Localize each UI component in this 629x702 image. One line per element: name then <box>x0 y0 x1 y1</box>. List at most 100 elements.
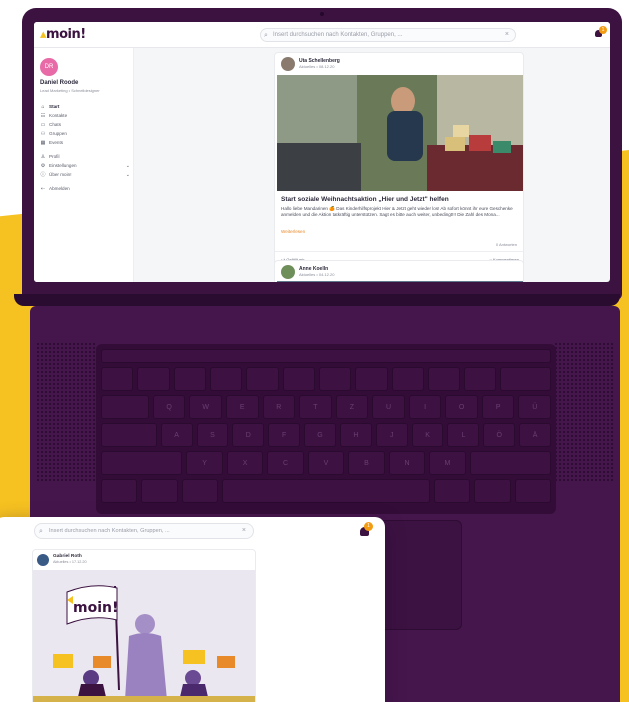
info-icon: ⓘ <box>40 172 46 178</box>
top-bar: ▴moin! ⌕ Insert durchsuchen nach Kontakt… <box>34 22 610 48</box>
touch-bar <box>101 349 551 363</box>
key <box>101 479 138 503</box>
post-photo-illustration <box>277 75 523 191</box>
logout-button[interactable]: ⇠ Abmelden <box>40 184 130 193</box>
sidebar-item-kontakte[interactable]: ☷ Kontakte <box>40 111 130 120</box>
post-illustration: moin! <box>33 570 255 702</box>
key: H <box>339 423 372 447</box>
key <box>514 479 551 503</box>
keyboard: Q W E R T Z U I O P Ü A S D F G H J K L … <box>96 344 556 514</box>
post-meta: Aktuelles • 04.12.20 <box>299 272 335 277</box>
key: K <box>411 423 444 447</box>
calendar-icon: ▦ <box>40 139 46 146</box>
moin-logo[interactable]: ▴moin! <box>40 27 86 42</box>
sidebar: DR Daniel Roode Lead Marketing • Schnell… <box>34 48 134 282</box>
key: Ö <box>483 423 516 447</box>
key <box>141 479 178 503</box>
post-title[interactable]: Start soziale Weihnachtsaktion „Hier und… <box>281 196 521 203</box>
sidebar-item-einstellungen[interactable]: ⚙ Einstellungen ⌄ <box>40 161 130 170</box>
avatar[interactable] <box>281 57 295 71</box>
key <box>101 395 149 419</box>
search-input[interactable]: ⌕ Insert durchsuchen nach Kontakten, Gru… <box>260 28 516 42</box>
feed-post: Gabriel Roth Aktuelles • 17.12.20 moin! <box>32 549 256 702</box>
sidebar-item-events[interactable]: ▦ Events <box>40 138 130 147</box>
search-icon: ⌕ <box>264 32 268 39</box>
gear-icon: ⚙ <box>40 162 46 169</box>
clear-search-icon[interactable]: × <box>242 524 246 538</box>
feed-post: Anne Koelln Aktuelles • 04.12.20 <box>274 260 524 282</box>
spacebar-key <box>221 479 430 503</box>
sidebar-item-start[interactable]: ⌂ Start <box>40 102 130 111</box>
key: Ü <box>518 395 552 419</box>
search-icon: ⌕ <box>39 528 43 535</box>
feed-post: Uta Schellenberg Aktuelles • 08.12.20 St… <box>274 52 524 274</box>
post-photo <box>277 75 523 191</box>
key: L <box>447 423 480 447</box>
search-input[interactable]: ⌕ Insert durchsuchen nach Kontakten, Gru… <box>34 523 254 539</box>
chevron-down-icon: ⌄ <box>125 162 130 169</box>
key: C <box>267 451 304 475</box>
avatar[interactable]: DR <box>40 58 58 76</box>
key <box>101 367 134 391</box>
answer-count[interactable]: 0 Antworten <box>496 242 517 247</box>
chevron-down-icon: ⌄ <box>125 171 130 178</box>
key <box>433 479 471 503</box>
key <box>282 367 315 391</box>
key: O <box>445 395 478 419</box>
sidebar-item-ueber-moin[interactable]: ⓘ Über moin! ⌄ <box>40 170 130 179</box>
key <box>391 367 424 391</box>
groups-icon: ⚇ <box>40 130 46 137</box>
avatar[interactable] <box>37 554 49 566</box>
key <box>101 451 183 475</box>
user-icon: ♙ <box>40 153 46 160</box>
sidebar-item-chats[interactable]: ▭ Chats <box>40 120 130 129</box>
key: T <box>299 395 332 419</box>
key <box>474 479 511 503</box>
laptop-screen: ▴moin! ⌕ Insert durchsuchen nach Kontakt… <box>34 22 610 282</box>
key <box>469 451 552 475</box>
key: Y <box>186 451 223 475</box>
moin-illustration: moin! <box>33 570 255 702</box>
key: U <box>372 395 405 419</box>
sidebar-nav: ⌂ Start ☷ Kontakte ▭ Chats ⚇ Gruppen ▦ Events… <box>40 102 130 193</box>
key: F <box>268 423 301 447</box>
key: B <box>348 451 385 475</box>
key: X <box>226 451 264 475</box>
key: E <box>225 395 259 419</box>
trackpad <box>376 520 462 630</box>
post-meta: Aktuelles • 08.12.20 <box>299 64 335 69</box>
key: Ä <box>519 423 551 447</box>
key: R <box>262 395 296 419</box>
key: D <box>232 423 265 447</box>
post-meta: Aktuelles • 17.12.20 <box>53 560 87 564</box>
key: W <box>189 395 222 419</box>
user-name: Daniel Roode <box>40 80 79 86</box>
clear-search-icon[interactable]: × <box>505 29 509 41</box>
chat-icon: ▭ <box>40 121 46 128</box>
post-author[interactable]: Gabriel Roth <box>53 554 82 559</box>
key: J <box>375 423 408 447</box>
key: A <box>160 423 193 447</box>
read-more-link[interactable]: Weiterlesen <box>281 229 305 234</box>
key <box>173 367 206 391</box>
key <box>427 367 461 391</box>
logout-icon: ⇠ <box>40 185 46 192</box>
key: M <box>429 451 466 475</box>
key <box>209 367 243 391</box>
laptop-hinge <box>14 294 620 306</box>
speaker-grille-right <box>554 342 614 482</box>
key <box>355 367 388 391</box>
key: P <box>481 395 515 419</box>
speaker-grille-left <box>36 342 96 482</box>
home-icon: ⌂ <box>41 103 45 110</box>
key <box>101 423 157 447</box>
post-text: Hallo liebe Mandarinen 🍊 Das Kinderhilfs… <box>281 206 513 217</box>
key <box>181 479 218 503</box>
avatar[interactable] <box>281 265 295 279</box>
key: Z <box>335 395 369 419</box>
post-photo <box>277 281 523 282</box>
notification-badge: 1 <box>599 26 607 34</box>
laptop-lid: ▴moin! ⌕ Insert durchsuchen nach Kontakt… <box>22 8 622 300</box>
sidebar-item-profil[interactable]: ♙ Profil <box>40 152 130 161</box>
sidebar-item-gruppen[interactable]: ⚇ Gruppen <box>40 129 130 138</box>
